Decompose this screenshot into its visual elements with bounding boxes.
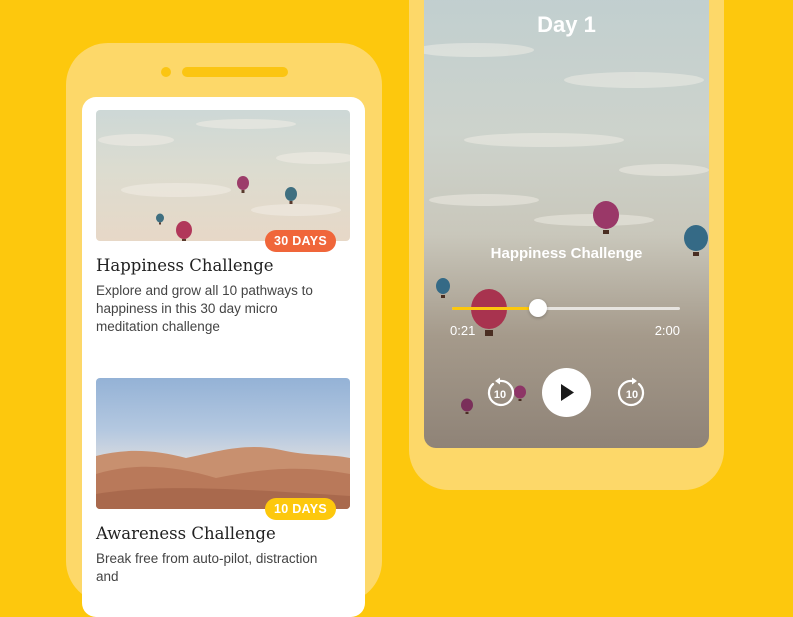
- skip-forward-label: 10: [626, 389, 638, 401]
- elapsed-time: 0:21: [450, 323, 476, 338]
- audio-player-screen: Day 1 Happiness Challenge 0:21 2:00 10 1…: [424, 0, 709, 448]
- balloon-large-red: [471, 289, 507, 336]
- speaker-grille: [182, 67, 288, 77]
- rewind-10-icon[interactable]: 10: [484, 377, 516, 409]
- challenge-card-happiness[interactable]: 30 DAYS Happiness Challenge Explore and …: [96, 110, 350, 334]
- right-phone-frame: Day 1 Happiness Challenge 0:21 2:00 10 1…: [409, 0, 724, 490]
- dunes-illustration: [96, 447, 350, 509]
- total-duration: 2:00: [654, 323, 680, 338]
- balloon-4: [176, 221, 192, 241]
- card-title: Awareness Challenge: [96, 524, 276, 543]
- day-title: Day 1: [537, 12, 596, 37]
- balloon-3: [156, 213, 164, 225]
- duration-badge: 30 DAYS: [264, 230, 336, 252]
- track-title: Happiness Challenge: [490, 245, 643, 262]
- balloon-2: [285, 187, 297, 204]
- duration-badge: 10 DAYS: [264, 498, 336, 520]
- left-phone-frame: 30 DAYS Happiness Challenge Explore and …: [66, 43, 382, 617]
- skip-back-label: 10: [494, 389, 506, 401]
- play-icon: [561, 384, 574, 401]
- camera-dot: [161, 67, 171, 77]
- balloon-blue-left: [436, 278, 450, 298]
- progress-fill: [452, 307, 538, 310]
- progress-scrubber-handle[interactable]: [528, 299, 547, 317]
- balloons-illustration: [98, 119, 350, 241]
- desert-dunes-image: [96, 378, 350, 509]
- balloon-1: [237, 176, 249, 193]
- challenge-list-screen: 30 DAYS Happiness Challenge Explore and …: [82, 97, 365, 617]
- progress-bar[interactable]: [452, 299, 680, 317]
- forward-10-icon[interactable]: 10: [616, 377, 648, 409]
- card-title: Happiness Challenge: [96, 256, 274, 275]
- hot-air-balloons-sky-image: [96, 110, 350, 241]
- card-description: Explore and grow all 10 pathways to happ…: [96, 283, 313, 334]
- balloon-purple: [593, 201, 619, 234]
- challenge-card-awareness[interactable]: 10 DAYS Awareness Challenge Break free f…: [96, 378, 350, 584]
- card-description: Break free from auto-pilot, distraction …: [96, 551, 318, 584]
- play-button[interactable]: [542, 368, 591, 417]
- balloon-small-2: [461, 398, 473, 414]
